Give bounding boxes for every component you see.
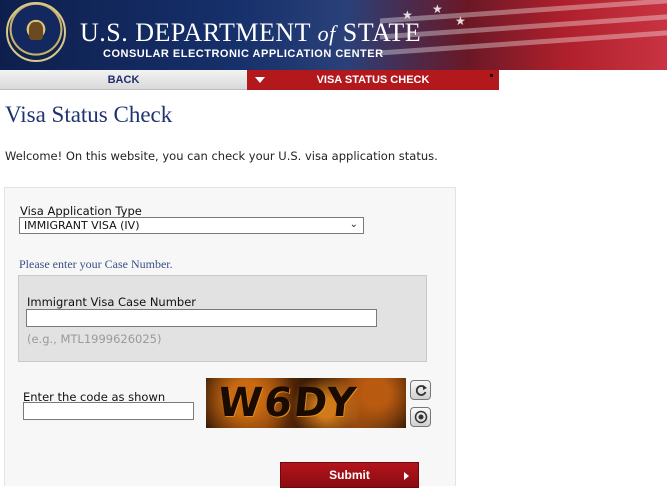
star-icon: ★ xyxy=(455,14,466,28)
submit-button[interactable]: Submit xyxy=(280,462,419,488)
title-suffix: STATE xyxy=(335,18,422,47)
audio-captcha-button[interactable] xyxy=(410,407,431,427)
title-of: of xyxy=(317,21,336,46)
department-subtitle: CONSULAR ELECTRONIC APPLICATION CENTER xyxy=(103,48,384,60)
visa-type-label: Visa Application Type xyxy=(20,204,142,218)
back-button[interactable]: BACK xyxy=(0,70,247,90)
captcha-image: W6DY xyxy=(206,378,406,428)
refresh-icon xyxy=(415,385,427,396)
arrow-right-icon xyxy=(404,472,409,480)
case-number-hint: (e.g., MTL1999626025) xyxy=(27,332,162,346)
visa-status-check-tab[interactable]: VISA STATUS CHECK xyxy=(247,70,499,90)
star-icon: ★ xyxy=(432,2,443,16)
audio-icon xyxy=(414,410,427,424)
captcha-text: W6DY xyxy=(215,380,360,426)
department-title: U.S. DEPARTMENT of STATE xyxy=(80,18,421,48)
visa-type-value: IMMIGRANT VISA (IV) xyxy=(24,219,140,232)
visa-type-select[interactable]: IMMIGRANT VISA (IV) ⌄ xyxy=(19,217,364,234)
case-number-prompt: Please enter your Case Number. xyxy=(19,257,173,271)
case-number-input[interactable] xyxy=(26,309,377,327)
welcome-text: Welcome! On this website, you can check … xyxy=(5,149,438,163)
menu-dot-icon xyxy=(490,74,493,77)
chevron-down-icon: ⌄ xyxy=(349,219,358,230)
header-banner: ★ ★ ★ U.S. DEPARTMENT of STATE CONSULAR … xyxy=(0,0,667,70)
caret-down-icon xyxy=(255,77,265,83)
refresh-captcha-button[interactable] xyxy=(410,380,431,400)
submit-label: Submit xyxy=(329,468,370,482)
case-number-label: Immigrant Visa Case Number xyxy=(27,295,197,309)
page-title: Visa Status Check xyxy=(5,102,173,127)
visa-status-check-label: VISA STATUS CHECK xyxy=(316,74,430,86)
title-prefix: U.S. DEPARTMENT xyxy=(80,18,318,47)
captcha-code-input[interactable] xyxy=(23,402,194,420)
nav-bar: BACK VISA STATUS CHECK xyxy=(0,70,667,90)
department-seal-icon xyxy=(6,2,66,62)
